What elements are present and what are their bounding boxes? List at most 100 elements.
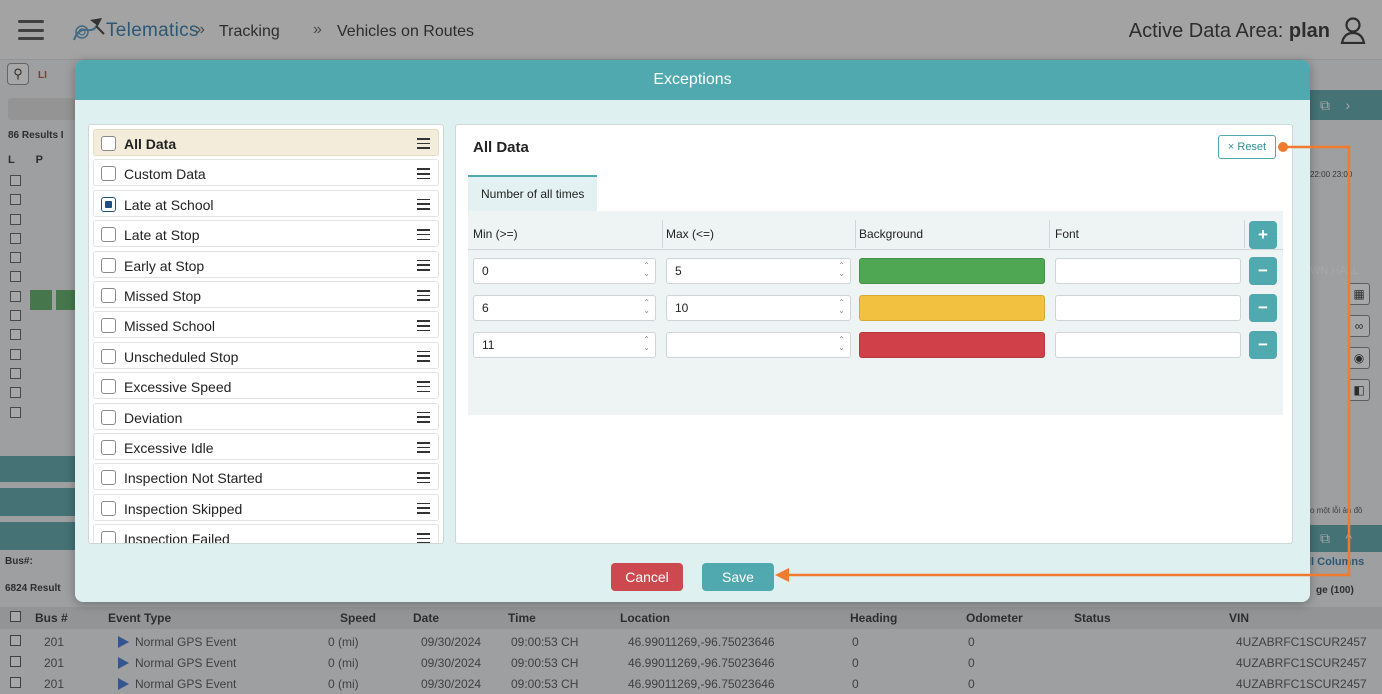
checkbox[interactable] (101, 470, 116, 486)
background-color-swatch[interactable] (859, 332, 1045, 358)
list-item-label: Late at Stop (124, 227, 200, 244)
list-item-label: Late at School (124, 196, 214, 213)
list-item-label: Deviation (124, 409, 183, 426)
column-divider (855, 220, 856, 248)
remove-row-button[interactable]: − (1249, 331, 1277, 359)
column-min: Min (>=) (473, 227, 518, 241)
column-font: Font (1055, 227, 1080, 241)
drag-handle-icon[interactable] (417, 138, 430, 149)
background-color-swatch[interactable] (859, 258, 1045, 284)
list-item-label: Missed Stop (124, 287, 202, 304)
min-input[interactable]: 11 ⌃ ⌄ (473, 332, 656, 358)
list-item-inspection-skipped[interactable]: Inspection Skipped (93, 493, 439, 521)
list-item-label: Excessive Idle (124, 439, 214, 456)
list-item-label: Inspection Failed (124, 531, 230, 544)
drag-handle-icon[interactable] (417, 229, 430, 241)
drag-handle-icon[interactable] (417, 502, 430, 514)
list-item-label: Missed School (124, 318, 216, 335)
column-background: Background (859, 227, 924, 241)
list-item-label: Inspection Not Started (124, 470, 263, 487)
list-item-custom-data[interactable]: Custom Data (93, 159, 439, 187)
checkbox[interactable] (101, 257, 116, 273)
list-item-excessive-speed[interactable]: Excessive Speed (93, 372, 439, 400)
checkbox[interactable] (101, 287, 116, 303)
max-input[interactable]: 10 ⌃ ⌄ (666, 295, 851, 321)
threshold-tab-content: Number of all times Min (>=) Max (<=) Ba… (468, 175, 1283, 415)
background-color-swatch[interactable] (859, 295, 1045, 321)
min-value: 0 (482, 264, 489, 278)
checkbox[interactable] (101, 379, 116, 395)
save-button[interactable]: Save (702, 563, 774, 591)
drag-handle-icon[interactable] (417, 168, 430, 180)
drag-handle-icon[interactable] (417, 381, 430, 393)
spinner-icon[interactable]: ⌃ ⌄ (643, 262, 650, 278)
list-item-inspection-not-started[interactable]: Inspection Not Started (93, 463, 439, 491)
spinner-icon[interactable]: ⌃ ⌄ (838, 299, 845, 315)
drag-handle-icon[interactable] (417, 350, 430, 362)
cancel-button[interactable]: Cancel (611, 563, 683, 591)
header-divider (468, 249, 1283, 250)
list-item-label: Inspection Skipped (124, 500, 243, 517)
tab-number-of-all-times[interactable]: Number of all times (468, 175, 598, 211)
checkbox[interactable] (101, 227, 116, 243)
font-color-input[interactable] (1055, 332, 1241, 358)
list-item-all-data[interactable]: All Data (93, 129, 439, 156)
spinner-icon[interactable]: ⌃ ⌄ (838, 262, 845, 278)
drag-handle-icon[interactable] (417, 441, 430, 453)
max-input[interactable]: ⌃ ⌄ (666, 332, 851, 358)
checkbox[interactable] (101, 136, 116, 151)
drag-handle-icon[interactable] (417, 259, 430, 271)
exception-detail-panel: All Data × Reset Number of all times Min… (455, 124, 1293, 544)
checkbox[interactable] (101, 348, 116, 364)
remove-row-button[interactable]: − (1249, 294, 1277, 322)
list-item-label: Excessive Speed (124, 379, 232, 396)
list-item-late-at-stop[interactable]: Late at Stop (93, 220, 439, 248)
drag-handle-icon[interactable] (417, 411, 430, 423)
drag-handle-icon[interactable] (417, 198, 430, 210)
column-divider (1244, 220, 1245, 248)
remove-row-button[interactable]: − (1249, 257, 1277, 285)
list-item-missed-school[interactable]: Missed School (93, 311, 439, 339)
checkbox[interactable] (101, 166, 116, 182)
list-item-missed-stop[interactable]: Missed Stop (93, 280, 439, 308)
column-max: Max (<=) (666, 227, 715, 241)
checkbox[interactable] (101, 500, 116, 516)
checkbox[interactable] (101, 409, 116, 425)
list-item-unscheduled-stop[interactable]: Unscheduled Stop (93, 341, 439, 369)
tab-strip: Number of all times (468, 175, 1283, 211)
max-value: 5 (675, 264, 682, 278)
list-item-early-at-stop[interactable]: Early at Stop (93, 250, 439, 278)
exception-list: All Data Custom Data Late at School Late… (88, 124, 444, 544)
font-color-input[interactable] (1055, 295, 1241, 321)
detail-title: All Data (473, 139, 529, 156)
reset-button[interactable]: × Reset (1218, 135, 1276, 159)
list-item-deviation[interactable]: Deviation (93, 402, 439, 430)
checkbox[interactable] (101, 318, 116, 334)
drag-handle-icon[interactable] (417, 472, 430, 484)
checkbox-checked[interactable] (101, 196, 116, 212)
drag-handle-icon[interactable] (417, 320, 430, 332)
spinner-icon[interactable]: ⌃ ⌄ (643, 299, 650, 315)
min-input[interactable]: 0 ⌃ ⌄ (473, 258, 656, 284)
exceptions-modal: Exceptions All Data Custom Data Late at … (75, 60, 1310, 602)
list-item-label: Custom Data (124, 166, 206, 183)
min-value: 6 (482, 301, 489, 315)
font-color-input[interactable] (1055, 258, 1241, 284)
list-item-label: Early at Stop (124, 257, 205, 274)
min-input[interactable]: 6 ⌃ ⌄ (473, 295, 656, 321)
modal-title: Exceptions (75, 60, 1310, 100)
list-item-inspection-failed[interactable]: Inspection Failed (93, 524, 439, 544)
list-item-excessive-idle[interactable]: Excessive Idle (93, 432, 439, 460)
min-value: 11 (482, 338, 495, 352)
checkbox[interactable] (101, 439, 116, 455)
max-input[interactable]: 5 ⌃ ⌄ (666, 258, 851, 284)
drag-handle-icon[interactable] (417, 533, 430, 543)
drag-handle-icon[interactable] (417, 289, 430, 301)
max-value: 10 (675, 301, 689, 315)
add-row-button[interactable]: + (1249, 221, 1277, 249)
list-item-late-at-school[interactable]: Late at School (93, 189, 439, 217)
checkbox[interactable] (101, 531, 116, 543)
spinner-icon[interactable]: ⌃ ⌄ (838, 336, 845, 352)
spinner-icon[interactable]: ⌃ ⌄ (643, 336, 650, 352)
list-item-label: Unscheduled Stop (124, 348, 239, 365)
